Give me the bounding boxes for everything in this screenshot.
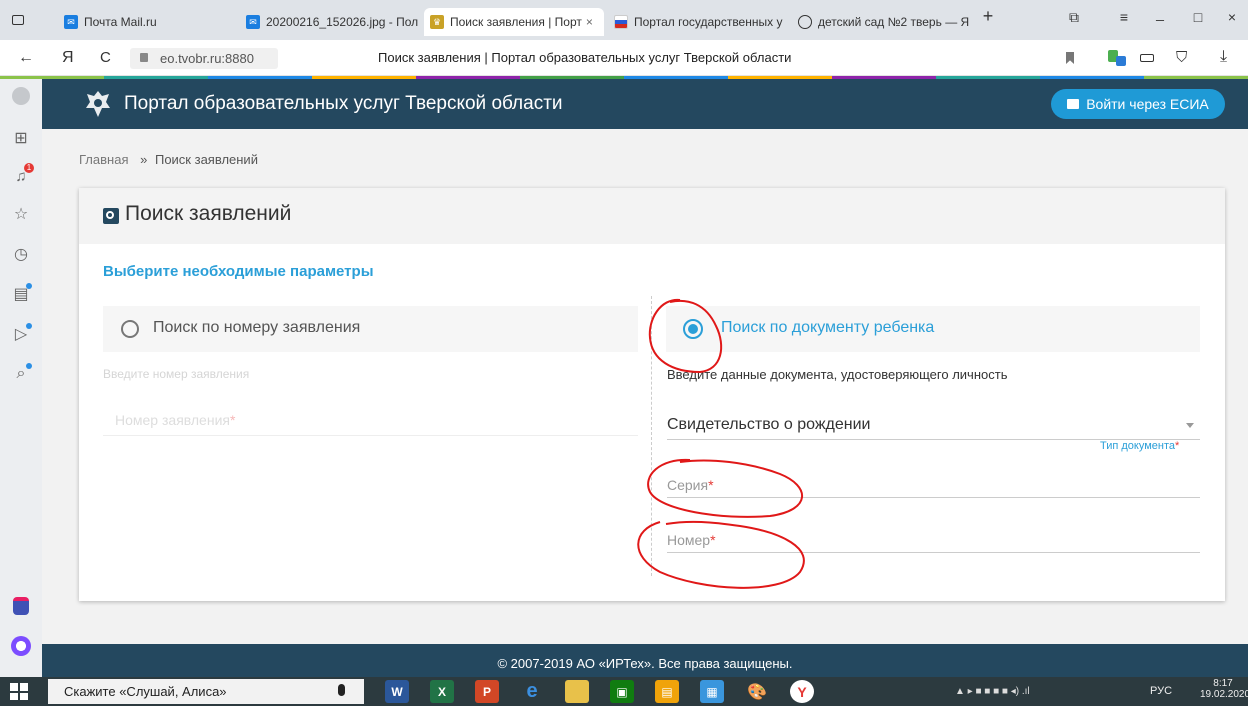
taskbar-search-box[interactable]: Скажите «Слушай, Алиса»: [48, 679, 364, 704]
paint-icon[interactable]: 🎨: [745, 680, 769, 703]
windows-start-icon[interactable]: [10, 683, 28, 700]
taskbar-search-placeholder: Скажите «Слушай, Алиса»: [64, 684, 227, 699]
clock[interactable]: 8:17 19.02.2020: [1200, 678, 1248, 700]
store-icon[interactable]: ▣: [610, 680, 634, 703]
red-annotation-scribbles: [637, 298, 805, 589]
site-footer: © 2007-2019 АО «ИРТех». Все права защище…: [42, 644, 1248, 677]
tray-icons[interactable]: ▲ ▸ ■ ■ ■ ■ ◂) .ıl: [955, 686, 1030, 697]
language-indicator[interactable]: РУС: [1150, 685, 1172, 697]
microphone-icon[interactable]: [338, 684, 345, 696]
file-explorer-icon[interactable]: [565, 680, 589, 703]
word-icon[interactable]: W: [385, 680, 409, 703]
control-panel-icon[interactable]: ▦: [700, 680, 724, 703]
copyright: © 2007-2019 АО «ИРТех». Все права защище…: [497, 656, 793, 671]
internet-explorer-icon[interactable]: e: [520, 680, 544, 703]
clock-time: 8:17: [1213, 678, 1233, 689]
powerpoint-icon[interactable]: P: [475, 680, 499, 703]
notes-icon[interactable]: ▤: [655, 680, 679, 703]
windows-taskbar: Скажите «Слушай, Алиса» W X P e ▣ ▤ ▦ 🎨 …: [0, 677, 1248, 706]
yandex-browser-icon[interactable]: Y: [790, 680, 814, 703]
clock-date: 19.02.2020: [1200, 689, 1248, 700]
excel-icon[interactable]: X: [430, 680, 454, 703]
